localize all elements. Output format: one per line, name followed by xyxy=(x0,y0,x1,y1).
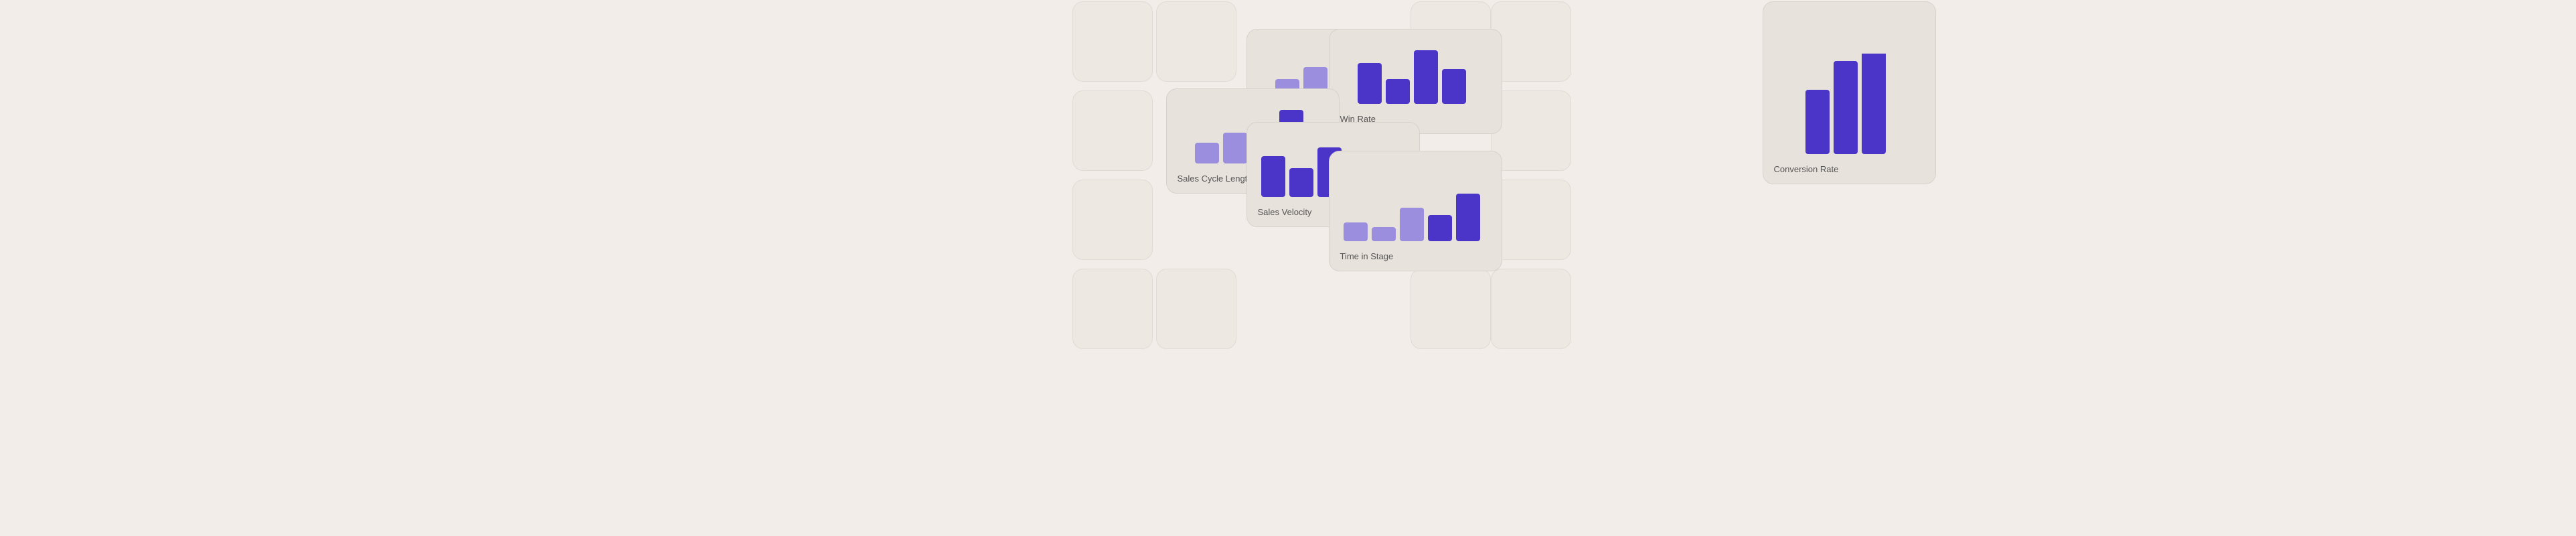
bar-chart-svg xyxy=(1344,175,1487,245)
chart-area xyxy=(1340,175,1491,245)
ghost-card xyxy=(1072,1,1153,82)
ghost-card xyxy=(1491,1,1571,82)
metric-card-win-rate[interactable]: Win Rate xyxy=(1329,29,1502,134)
card-label: Conversion Rate xyxy=(1774,164,1839,176)
card-label: Sales Velocity xyxy=(1258,207,1312,218)
ghost-card xyxy=(1072,180,1153,260)
ghost-card xyxy=(1156,1,1236,82)
metric-card-time-in-stage[interactable]: Time in Stage xyxy=(1329,151,1502,271)
chart-area xyxy=(1774,54,1925,157)
ghost-card xyxy=(1072,269,1153,349)
bar-chart-svg xyxy=(1358,46,1473,107)
ghost-card xyxy=(1491,180,1571,260)
ghost-card xyxy=(1491,269,1571,349)
main-scene: Conversion RateAverage Deal SizeWin Rate… xyxy=(0,0,2576,536)
ghost-card xyxy=(1072,90,1153,171)
bar-chart-svg xyxy=(1805,54,1893,157)
card-label: Sales Cycle Length xyxy=(1178,174,1253,185)
ghost-card xyxy=(1156,269,1236,349)
ghost-card xyxy=(1411,269,1491,349)
metric-card-conversion-rate[interactable]: Conversion Rate xyxy=(1763,1,1936,184)
ghost-card xyxy=(1491,90,1571,171)
chart-area xyxy=(1340,46,1491,107)
card-label: Time in Stage xyxy=(1340,251,1394,263)
